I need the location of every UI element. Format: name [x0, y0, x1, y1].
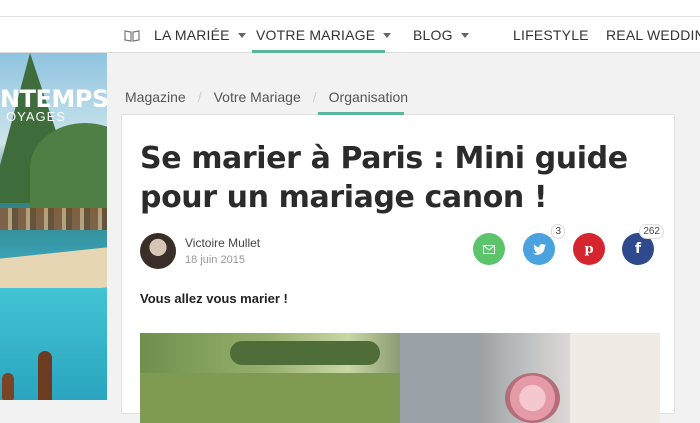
- nav-item-label: VOTRE MARIAGE: [256, 27, 376, 43]
- top-bar-remnant: [462, 0, 700, 3]
- share-email-button[interactable]: [473, 233, 505, 265]
- breadcrumb-item-organisation[interactable]: Organisation: [329, 89, 408, 105]
- nav-item-votre-mariage[interactable]: VOTRE MARIAGE: [256, 27, 392, 43]
- nav-item-label: BLOG: [413, 27, 453, 43]
- breadcrumb-item-votre-mariage[interactable]: Votre Mariage: [214, 89, 301, 105]
- caret-down-icon: [383, 32, 392, 38]
- book-icon: [124, 30, 140, 42]
- article-card: Se marier à Paris : Mini guide pour un m…: [121, 114, 675, 423]
- ad-subtitle: OYAGES: [6, 109, 66, 124]
- author-name[interactable]: Victoire Mullet: [185, 236, 260, 250]
- photo-bride: [570, 333, 660, 423]
- mail-icon: [483, 244, 495, 254]
- ad-bungalows: [0, 208, 107, 230]
- share-pinterest-button[interactable]: p: [573, 233, 605, 265]
- nav-item-real-weddings[interactable]: REAL WEDDIN: [606, 27, 700, 43]
- article-title: Se marier à Paris : Mini guide pour un m…: [140, 141, 628, 215]
- share-count: 262: [639, 224, 664, 239]
- article-hero-image: [140, 333, 660, 423]
- photo-groom: [400, 333, 480, 423]
- caret-down-icon: [460, 32, 469, 38]
- article-lead: Vous allez vous marier !: [140, 291, 288, 306]
- photo-lawn: [140, 373, 400, 423]
- breadcrumb-item-magazine[interactable]: Magazine: [125, 89, 186, 105]
- nav-item-label: LA MARIÉE: [154, 27, 230, 43]
- share-count: 3: [551, 224, 565, 239]
- nav-item-lifestyle[interactable]: LIFESTYLE: [513, 27, 589, 43]
- avatar[interactable]: [140, 233, 176, 269]
- share-facebook-button[interactable]: f 262: [622, 224, 664, 265]
- ad-water: [0, 288, 107, 400]
- nav-item-label: REAL WEDDIN: [606, 27, 700, 43]
- sidebar-advertisement[interactable]: NTEMPS OYAGES: [0, 53, 107, 400]
- publish-date: 18 juin 2015: [185, 254, 245, 266]
- nav-item-blog[interactable]: BLOG: [413, 27, 469, 43]
- facebook-icon: f: [634, 241, 642, 257]
- caret-down-icon: [237, 32, 246, 38]
- nav-item-label: LIFESTYLE: [513, 27, 589, 43]
- nav-active-indicator: [252, 50, 385, 53]
- breadcrumb-active-indicator: [318, 112, 404, 115]
- pinterest-icon: p: [584, 241, 594, 257]
- breadcrumb-separator: /: [197, 89, 202, 105]
- nav-item-la-mariee[interactable]: LA MARIÉE: [154, 27, 246, 43]
- photo-trees: [230, 341, 380, 365]
- breadcrumb: Magazine / Votre Mariage / Organisation: [125, 89, 408, 105]
- photo-bouquet: [505, 373, 560, 423]
- breadcrumb-separator: /: [312, 89, 317, 105]
- share-twitter-button[interactable]: 3: [523, 224, 565, 265]
- twitter-icon: [532, 243, 546, 255]
- top-navigation: LA MARIÉE VOTRE MARIAGE BLOG LIFESTYLE R…: [0, 0, 700, 53]
- ad-person: [2, 373, 14, 400]
- nav-divider: [0, 16, 700, 17]
- ad-person: [38, 351, 52, 400]
